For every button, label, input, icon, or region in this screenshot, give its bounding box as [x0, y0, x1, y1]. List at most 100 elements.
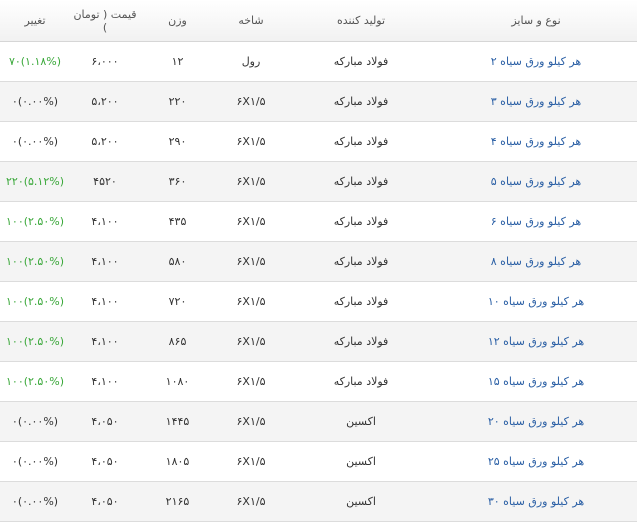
- table-row: هر کیلو ورق سیاه ۲۵ اکسین ۶X۱/۵ ۱۸۰۵ ۴،۰۵۰ ۰(…: [0, 441, 637, 482]
- table-row: هر کیلو ورق سیاه ۳ فولاد مبارکه ۶X۱/۵ ۲۲۰ ۵،…: [0, 81, 637, 122]
- product-link[interactable]: هر کیلو ورق سیاه ۳۰: [488, 495, 584, 508]
- cell-change: ۱۰۰(۲.۵۰%): [0, 361, 70, 402]
- cell-weight: ۵۸۰: [140, 241, 215, 282]
- cell-branch: ۶X۱/۵: [215, 361, 287, 402]
- table-row: هر کیلو ورق سیاه ۱۵ فولاد مبارکه ۶X۱/۵ ۱۰۸۰…: [0, 361, 637, 402]
- cell-weight: ۳۶۰: [140, 161, 215, 202]
- cell-name: هر کیلو ورق سیاه ۱۵: [435, 361, 637, 402]
- table-row: هر کیلو ورق سیاه ۱۰ فولاد مبارکه ۶X۱/۵ ۷۲۰ ۴…: [0, 281, 637, 322]
- product-link[interactable]: هر کیلو ورق سیاه ۴: [491, 135, 581, 148]
- product-link[interactable]: هر کیلو ورق سیاه ۱۲: [488, 335, 584, 348]
- product-link[interactable]: هر کیلو ورق سیاه ۲۵: [488, 455, 584, 468]
- cell-change: ۲۲۰(۵.۱۲%): [0, 161, 70, 202]
- cell-change: ۱۰۰(۲.۵۰%): [0, 241, 70, 282]
- cell-producer: فولاد مبارکه: [287, 281, 435, 322]
- cell-weight: ۲۹۰: [140, 121, 215, 162]
- table-body: هر کیلو ورق سیاه ۲ فولاد مبارکه رول ۱۲ ۶،۰۰۰…: [0, 41, 637, 522]
- cell-change: ۱۰۰(۲.۵۰%): [0, 281, 70, 322]
- cell-name: هر کیلو ورق سیاه ۲۰: [435, 401, 637, 442]
- cell-producer: فولاد مبارکه: [287, 361, 435, 402]
- price-table: نوع و سایز تولید کننده شاخه وزن قیمت ( ت…: [0, 0, 637, 522]
- cell-change: ۱۰۰(۲.۵۰%): [0, 201, 70, 242]
- cell-change: ۰(۰.۰۰%): [0, 121, 70, 162]
- cell-weight: ۲۲۰: [140, 81, 215, 122]
- cell-name: هر کیلو ورق سیاه ۶: [435, 201, 637, 242]
- cell-change: ۱۰۰(۲.۵۰%): [0, 321, 70, 362]
- table-row: هر کیلو ورق سیاه ۴ فولاد مبارکه ۶X۱/۵ ۲۹۰ ۵،…: [0, 121, 637, 162]
- cell-price: ۴،۰۵۰: [70, 441, 140, 482]
- product-link[interactable]: هر کیلو ورق سیاه ۱۰: [488, 295, 584, 308]
- cell-weight: ۴۳۵: [140, 201, 215, 242]
- table-row: هر کیلو ورق سیاه ۳۰ اکسین ۶X۱/۵ ۲۱۶۵ ۴،۰۵۰ ۰(…: [0, 481, 637, 522]
- cell-change: ۰(۰.۰۰%): [0, 401, 70, 442]
- cell-change: ۷۰(۱.۱۸%): [0, 41, 70, 82]
- product-link[interactable]: هر کیلو ورق سیاه ۳: [491, 95, 581, 108]
- table-row: هر کیلو ورق سیاه ۲۰ اکسین ۶X۱/۵ ۱۴۴۵ ۴،۰۵۰ ۰(…: [0, 401, 637, 442]
- cell-price: ۴،۱۰۰: [70, 321, 140, 362]
- table-row: هر کیلو ورق سیاه ۵ فولاد مبارکه ۶X۱/۵ ۳۶۰ ۴۵…: [0, 161, 637, 202]
- cell-name: هر کیلو ورق سیاه ۵: [435, 161, 637, 202]
- cell-branch: ۶X۱/۵: [215, 121, 287, 162]
- table-row: هر کیلو ورق سیاه ۱۲ فولاد مبارکه ۶X۱/۵ ۸۶۵ ۴…: [0, 321, 637, 362]
- product-link[interactable]: هر کیلو ورق سیاه ۲۰: [488, 415, 584, 428]
- table-row: هر کیلو ورق سیاه ۸ فولاد مبارکه ۶X۱/۵ ۵۸۰ ۴،…: [0, 241, 637, 282]
- cell-branch: ۶X۱/۵: [215, 81, 287, 122]
- header-change: تغییر: [0, 0, 70, 42]
- cell-price: ۴۵۲۰: [70, 161, 140, 202]
- product-link[interactable]: هر کیلو ورق سیاه ۸: [491, 255, 581, 268]
- cell-name: هر کیلو ورق سیاه ۳: [435, 81, 637, 122]
- cell-name: هر کیلو ورق سیاه ۳۰: [435, 481, 637, 522]
- cell-producer: فولاد مبارکه: [287, 201, 435, 242]
- cell-change: ۰(۰.۰۰%): [0, 441, 70, 482]
- header-row: نوع و سایز تولید کننده شاخه وزن قیمت ( ت…: [0, 0, 637, 42]
- cell-branch: ۶X۱/۵: [215, 481, 287, 522]
- cell-name: هر کیلو ورق سیاه ۸: [435, 241, 637, 282]
- product-link[interactable]: هر کیلو ورق سیاه ۶: [491, 215, 581, 228]
- cell-name: هر کیلو ورق سیاه ۲۵: [435, 441, 637, 482]
- cell-branch: ۶X۱/۵: [215, 321, 287, 362]
- product-link[interactable]: هر کیلو ورق سیاه ۱۵: [488, 375, 584, 388]
- cell-change: ۰(۰.۰۰%): [0, 481, 70, 522]
- table-row: هر کیلو ورق سیاه ۲ فولاد مبارکه رول ۱۲ ۶،۰۰۰…: [0, 41, 637, 82]
- cell-weight: ۱۸۰۵: [140, 441, 215, 482]
- cell-price: ۶،۰۰۰: [70, 41, 140, 82]
- cell-producer: فولاد مبارکه: [287, 41, 435, 82]
- cell-branch: ۶X۱/۵: [215, 161, 287, 202]
- cell-price: ۴،۰۵۰: [70, 481, 140, 522]
- cell-price: ۴،۱۰۰: [70, 241, 140, 282]
- table-row: هر کیلو ورق سیاه ۶ فولاد مبارکه ۶X۱/۵ ۴۳۵ ۴،…: [0, 201, 637, 242]
- cell-branch: ۶X۱/۵: [215, 441, 287, 482]
- cell-branch: رول: [215, 41, 287, 82]
- header-branch: شاخه: [215, 0, 287, 42]
- cell-producer: اکسین: [287, 441, 435, 482]
- cell-producer: فولاد مبارکه: [287, 241, 435, 282]
- cell-weight: ۱۰۸۰: [140, 361, 215, 402]
- cell-price: ۵،۲۰۰: [70, 121, 140, 162]
- header-name: نوع و سایز: [435, 0, 637, 42]
- cell-price: ۴،۱۰۰: [70, 361, 140, 402]
- cell-price: ۵،۲۰۰: [70, 81, 140, 122]
- cell-change: ۰(۰.۰۰%): [0, 81, 70, 122]
- cell-branch: ۶X۱/۵: [215, 241, 287, 282]
- cell-weight: ۸۶۵: [140, 321, 215, 362]
- cell-branch: ۶X۱/۵: [215, 401, 287, 442]
- header-weight: وزن: [140, 0, 215, 42]
- cell-producer: فولاد مبارکه: [287, 161, 435, 202]
- cell-producer: اکسین: [287, 481, 435, 522]
- cell-weight: ۱۲: [140, 41, 215, 82]
- product-link[interactable]: هر کیلو ورق سیاه ۲: [491, 55, 581, 68]
- header-producer: تولید کننده: [287, 0, 435, 42]
- cell-weight: ۱۴۴۵: [140, 401, 215, 442]
- cell-branch: ۶X۱/۵: [215, 201, 287, 242]
- cell-producer: فولاد مبارکه: [287, 81, 435, 122]
- cell-weight: ۷۲۰: [140, 281, 215, 322]
- cell-price: ۴،۰۵۰: [70, 401, 140, 442]
- cell-price: ۴،۱۰۰: [70, 201, 140, 242]
- cell-producer: فولاد مبارکه: [287, 121, 435, 162]
- product-link[interactable]: هر کیلو ورق سیاه ۵: [491, 175, 581, 188]
- header-price: قیمت ( تومان ): [70, 0, 140, 42]
- cell-weight: ۲۱۶۵: [140, 481, 215, 522]
- cell-price: ۴،۱۰۰: [70, 281, 140, 322]
- cell-name: هر کیلو ورق سیاه ۲: [435, 41, 637, 82]
- cell-branch: ۶X۱/۵: [215, 281, 287, 322]
